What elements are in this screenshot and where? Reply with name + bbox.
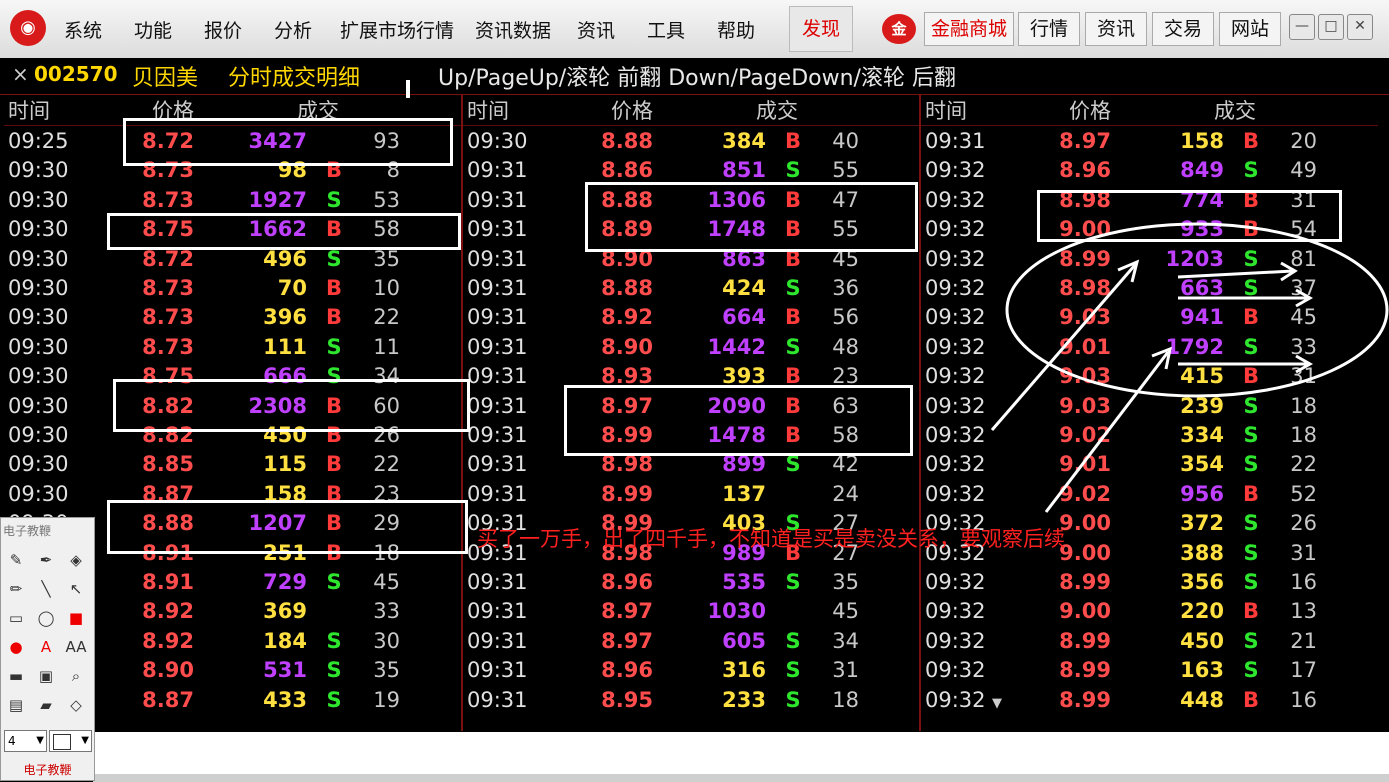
rect-icon[interactable]: ▭ bbox=[3, 606, 29, 630]
pointer-tool-palette: 电子教鞭 4 ▼ ▼ 电子教鞭 ✎ ✒ ◈ ✏ ╲ ↖ ▭ ◯ ■ ● A AA ▬ ▣ ⌕ ▤ ▰ ◇ bbox=[0, 517, 95, 781]
fill-icon[interactable]: ◈ bbox=[63, 548, 89, 572]
annotation-arrow bbox=[1044, 351, 1170, 513]
screenshot-icon[interactable]: ▣ bbox=[33, 664, 59, 688]
size-value: 4 bbox=[8, 734, 16, 748]
color-select[interactable]: ▼ bbox=[49, 730, 92, 752]
text-icon[interactable]: A bbox=[33, 635, 59, 659]
annotation-note: 买了一万手，出了四千手，不知道是买是卖没关系，要观察后续 bbox=[477, 527, 1065, 551]
save-icon[interactable]: ▤ bbox=[3, 693, 29, 717]
ellipse-icon[interactable]: ◯ bbox=[33, 606, 59, 630]
font-size-icon[interactable]: AA bbox=[63, 635, 89, 659]
color-bar-icon[interactable]: ▬ bbox=[3, 664, 29, 688]
line-icon[interactable]: ╲ bbox=[33, 577, 59, 601]
palette-footer: 电子教鞭 bbox=[23, 763, 72, 777]
clear-icon[interactable]: ◇ bbox=[63, 693, 89, 717]
annotation-arrow bbox=[1177, 269, 1294, 279]
chevron-down-icon: ▼ bbox=[36, 735, 44, 746]
chevron-down-icon: ▼ bbox=[81, 735, 89, 746]
open-icon[interactable]: ▰ bbox=[33, 693, 59, 717]
annotation-ellipse bbox=[1005, 222, 1389, 398]
arrow-icon[interactable]: ↖ bbox=[63, 577, 89, 601]
annotation-drawings bbox=[990, 222, 1389, 513]
color-swatch bbox=[53, 733, 71, 750]
pen-icon[interactable]: ✒ bbox=[33, 548, 59, 572]
eraser-icon[interactable]: ✎ bbox=[3, 548, 29, 572]
status-bar bbox=[93, 774, 1389, 782]
filled-ellipse-icon[interactable]: ● bbox=[3, 635, 29, 659]
size-select[interactable]: 4 ▼ bbox=[4, 730, 47, 752]
palette-title: 电子教鞭 bbox=[3, 524, 52, 538]
zoom-icon[interactable]: ⌕ bbox=[63, 664, 89, 688]
pencil-icon[interactable]: ✏ bbox=[3, 577, 29, 601]
filled-rect-icon[interactable]: ■ bbox=[63, 606, 89, 630]
